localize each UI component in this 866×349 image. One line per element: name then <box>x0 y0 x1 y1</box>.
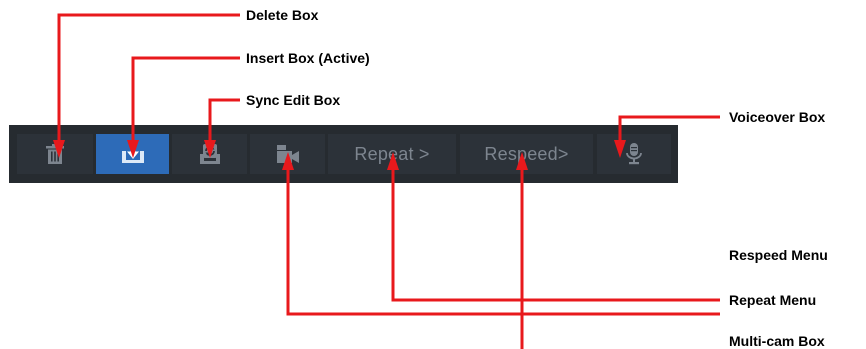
multicam-callout-line <box>286 168 720 316</box>
respeed-arrowhead <box>516 152 528 170</box>
multicam-arrowhead <box>282 152 294 170</box>
callout-arrowheads <box>53 140 626 170</box>
voiceover-arrowhead <box>614 140 626 158</box>
voiceover-box-callout: Voiceover Box <box>729 109 826 125</box>
respeed-callout-line <box>520 168 524 349</box>
multicam-box-callout: Multi-cam Box <box>729 333 825 349</box>
repeat-menu-callout: Repeat Menu <box>729 292 817 308</box>
delete-box-callout: Delete Box <box>246 7 319 23</box>
sync-edit-arrowhead <box>204 140 216 158</box>
callout-lines <box>57 13 720 349</box>
voiceover-callout-line <box>618 115 720 142</box>
respeed-menu-callout: Respeed Menu <box>729 247 828 263</box>
sync-edit-callout-line <box>208 98 240 142</box>
delete-callout-line <box>57 13 240 142</box>
delete-arrowhead <box>53 140 65 158</box>
repeat-arrowhead <box>387 152 399 170</box>
repeat-callout-line <box>391 168 720 302</box>
insert-arrowhead <box>127 140 139 158</box>
insert-box-callout: Insert Box (Active) <box>246 50 370 66</box>
sync-edit-box-callout: Sync Edit Box <box>246 92 341 108</box>
